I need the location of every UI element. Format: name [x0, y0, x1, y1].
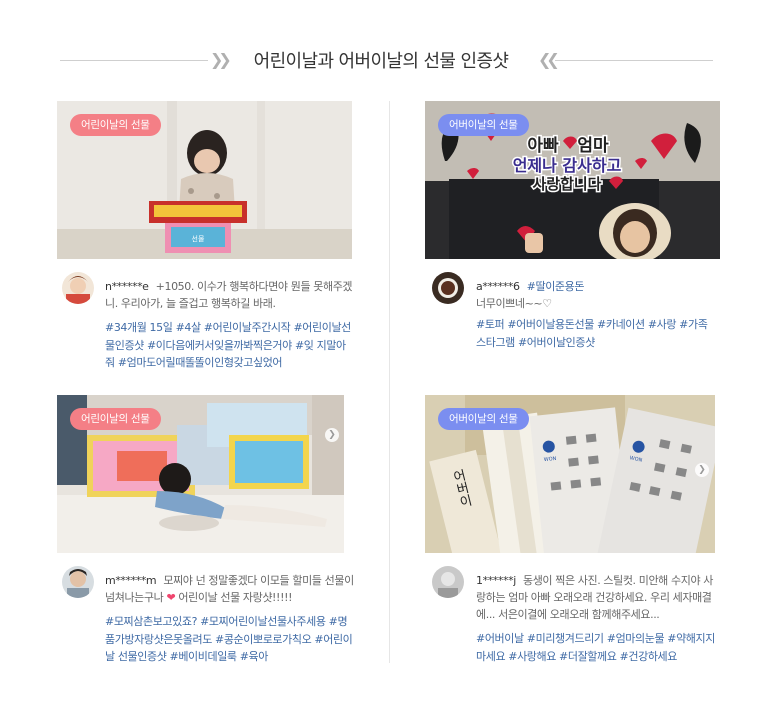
username[interactable]: m******m	[105, 574, 157, 587]
avatar	[62, 272, 94, 304]
hashtags[interactable]: #어버이날 #미리챙겨드리기 #엄마의눈물 #약해지지마세요 #사랑해요 #더잘…	[476, 630, 722, 665]
post-comment: a******6 #딸이준용돈 너무이쁘네~~♡	[476, 278, 722, 312]
heart-icon: ❤	[166, 591, 176, 604]
hashtags[interactable]: #토퍼 #어버이날용돈선물 #카네이션 #사랑 #가족스타그램 #어버이날인증샷	[476, 316, 712, 351]
topper-text-mom: 엄마	[577, 136, 609, 156]
username[interactable]: a******6	[476, 280, 520, 293]
card-photo[interactable]: 어린이날의 선물 ❯	[57, 395, 344, 553]
category-badge: 어버이날의 선물	[438, 408, 529, 430]
section-header: ❯❯ 어린이날과 어버이날의 선물 인증샷 ❮❮	[0, 44, 778, 76]
topper-text-thanks: 언제나 감사하고	[513, 156, 622, 175]
comment-text: 너무이쁘네~~♡	[476, 297, 552, 310]
post-comment: n******e +1050. 이수가 행복하다면야 뭔들 못해주겠니. 우리아…	[105, 278, 357, 312]
header-divider-right	[555, 60, 713, 61]
comment-text-end: 어린이날 선물 자랑샷!!!!!	[178, 591, 293, 604]
post-comment: 1******j 동생이 찍은 사진. 스틸컷. 미안해 수지야 사랑하는 엄마…	[476, 572, 722, 623]
double-chevron-left-icon: ❮❮	[538, 50, 560, 69]
topper-text-dad: 아빠	[527, 136, 559, 156]
svg-text:선물: 선물	[192, 234, 205, 243]
avatar	[432, 566, 464, 598]
hashtags[interactable]: #모찌삼촌보고있죠? #모찌어린이날선물사주세용 #명품가방자랑샷은못올려도 #…	[105, 613, 355, 666]
double-chevron-right-icon: ❯❯	[210, 50, 232, 69]
card-photo[interactable]: 선물 어린이날의 선물	[57, 101, 352, 259]
category-badge: 어린이날의 선물	[70, 114, 161, 136]
carousel-next-icon[interactable]: ❯	[325, 428, 339, 442]
section-title: 어린이날과 어버이날의 선물 인증샷	[253, 51, 509, 72]
avatar	[432, 272, 464, 304]
username[interactable]: n******e	[105, 280, 149, 293]
post-comment: m******m 모찌야 넌 정말좋겠다 이모들 할미들 선물이 넘쳐나는구나 …	[105, 572, 355, 606]
category-badge: 어버이날의 선물	[438, 114, 529, 136]
avatar	[62, 566, 94, 598]
card-photo[interactable]: 아빠 엄마 언제나 감사하고 사랑합니다 어버이날의 선물	[425, 101, 720, 259]
carousel-next-icon[interactable]: ❯	[695, 463, 709, 477]
hashtags[interactable]: #34개월 15일 #4살 #어린이날주간시작 #어린이날선물인증샷 #이다음에…	[105, 319, 355, 372]
header-divider-left	[60, 60, 208, 61]
column-divider	[389, 101, 390, 663]
card-photo[interactable]: 어버이 WON WON 어버이날의 선물 ❯	[425, 395, 715, 553]
username[interactable]: 1******j	[476, 574, 516, 587]
username-hashtag[interactable]: #딸이준용돈	[527, 280, 585, 293]
category-badge: 어린이날의 선물	[70, 408, 161, 430]
topper-text-love: 사랑합니다	[532, 175, 601, 193]
